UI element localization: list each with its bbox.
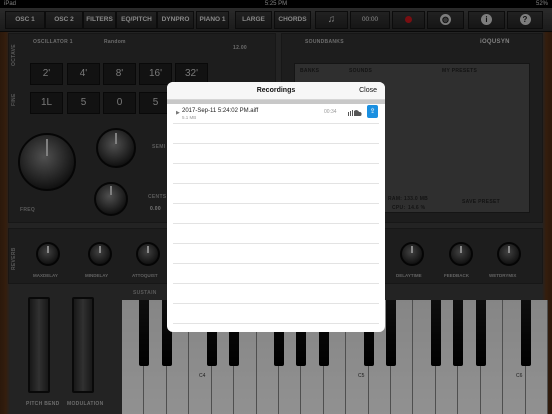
soundcloud-icon[interactable]	[348, 109, 362, 116]
empty-row	[173, 304, 379, 324]
empty-row	[173, 164, 379, 184]
empty-row	[173, 124, 379, 144]
recording-duration: 00:34	[324, 109, 337, 115]
close-button[interactable]: Close	[359, 87, 377, 94]
modal-title: Recordings	[256, 87, 296, 94]
modal-header: Recordings Close	[167, 82, 385, 100]
empty-row	[173, 204, 379, 224]
app-root: iPad 5:25 PM 52% OSC 1 OSC 2 FILTERS EQ/…	[0, 0, 552, 414]
recordings-modal: Recordings Close ▶ 2017-Sep-11 5:24:02 P…	[167, 82, 385, 332]
recording-name: 2017-Sep-11 5:24:02 PM.aiff	[182, 108, 259, 114]
recording-size: 5.1 MB	[182, 115, 197, 120]
play-icon[interactable]: ▶	[176, 110, 180, 116]
empty-row	[173, 244, 379, 264]
empty-row	[173, 264, 379, 284]
empty-row	[173, 184, 379, 204]
empty-row	[173, 144, 379, 164]
empty-row	[173, 284, 379, 304]
share-icon[interactable]: ⇪	[367, 105, 378, 118]
empty-row	[173, 224, 379, 244]
